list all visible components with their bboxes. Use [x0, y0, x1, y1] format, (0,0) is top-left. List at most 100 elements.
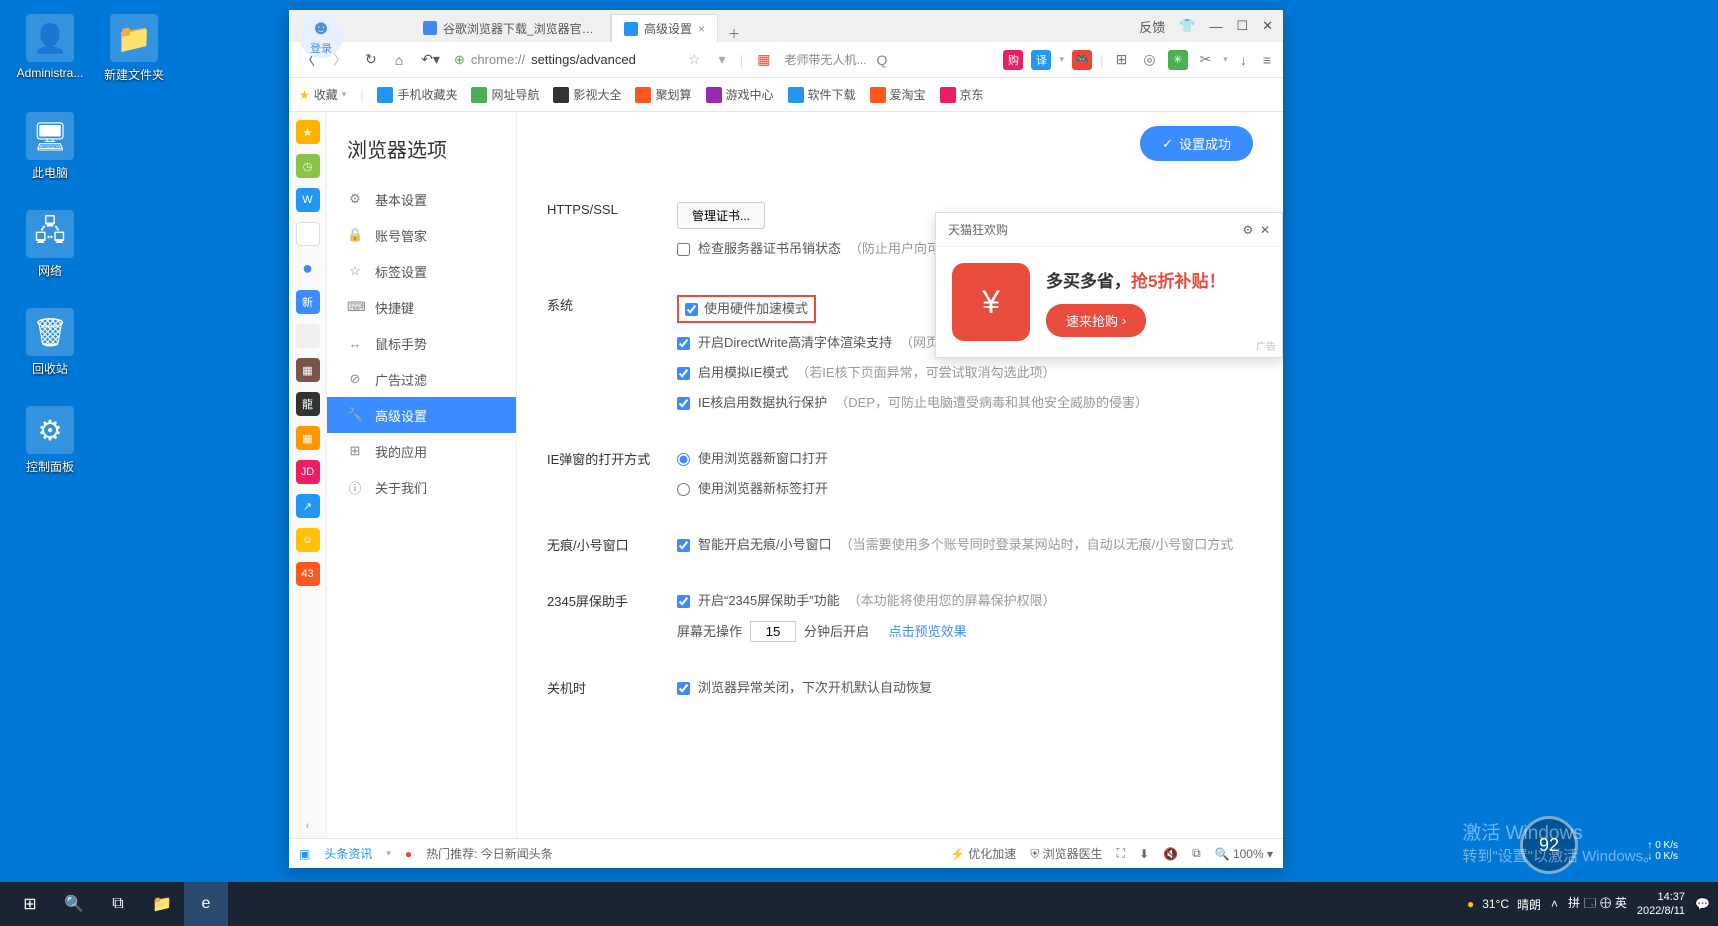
nav-shop-icon[interactable]: 购	[1003, 50, 1023, 70]
snav-about[interactable]: ⓘ关于我们	[327, 469, 516, 505]
mini-jd-icon[interactable]: JD	[296, 460, 320, 484]
mini-brown-icon[interactable]: ▦	[296, 358, 320, 382]
mini-dragon-icon[interactable]: 龍	[296, 392, 320, 416]
nav-target-icon[interactable]: ◎	[1139, 47, 1159, 72]
tray-clock[interactable]: 14:372022/8/11	[1637, 890, 1685, 918]
mini-blank-icon[interactable]	[296, 222, 320, 246]
sb-download-icon[interactable]: ⬇	[1139, 847, 1149, 861]
chevron-down-icon[interactable]: ▾	[715, 47, 730, 72]
sb-hot[interactable]: 热门推荐: 今日新闻头条	[426, 845, 553, 862]
edge-button[interactable]: e	[184, 882, 228, 926]
bookmark-soft[interactable]: 软件下载	[788, 86, 856, 103]
preview-link[interactable]: 点击预览效果	[889, 622, 967, 642]
address-bar[interactable]: ⊕ chrome://settings/advanced	[454, 52, 674, 68]
bookmark-video[interactable]: 影视大全	[553, 86, 621, 103]
mini-orange-icon[interactable]: ▦	[296, 426, 320, 450]
desktop-icon-control[interactable]: ⚙控制面板	[12, 406, 88, 475]
snav-tabs[interactable]: ☆标签设置	[327, 253, 516, 289]
popup-gear-icon[interactable]: ⚙	[1243, 223, 1254, 237]
mini-star-icon[interactable]: ★	[296, 120, 320, 144]
skin-icon[interactable]: 👕	[1179, 18, 1195, 34]
bookmark-taobao[interactable]: 爱淘宝	[870, 86, 926, 103]
login-avatar[interactable]: ☻登录	[299, 14, 343, 58]
nav-game-icon[interactable]: 🎮	[1072, 50, 1092, 70]
snav-adblock[interactable]: ⊘广告过滤	[327, 361, 516, 397]
sb-news-icon[interactable]: ▣	[299, 847, 310, 861]
reload-button[interactable]: ↻	[361, 47, 381, 72]
mini-gray-icon[interactable]	[296, 324, 320, 348]
directwrite-checkbox[interactable]	[677, 337, 690, 350]
screensaver-checkbox[interactable]	[677, 595, 690, 608]
snav-account[interactable]: 🔒账号管家	[327, 217, 516, 253]
sb-news[interactable]: 头条资讯	[324, 845, 372, 862]
dep-checkbox[interactable]	[677, 397, 690, 410]
snav-apps[interactable]: ⊞我的应用	[327, 433, 516, 469]
restore-checkbox[interactable]	[677, 682, 690, 695]
sb-opt[interactable]: ⚡ 优化加速	[950, 845, 1016, 862]
search-button[interactable]: 🔍	[52, 882, 96, 926]
popup-close-icon[interactable]: ✕	[1260, 223, 1270, 237]
home-button[interactable]: ⌂	[391, 48, 407, 72]
nav-translate-icon[interactable]: 译	[1031, 50, 1051, 70]
mini-arrow-icon[interactable]: ↗	[296, 494, 320, 518]
hw-accel-checkbox[interactable]	[685, 303, 698, 316]
nav-grid-icon[interactable]: ⊞	[1112, 47, 1132, 72]
nav-download-icon[interactable]: ↓	[1236, 48, 1251, 72]
sb-mute-icon[interactable]: 🔇	[1163, 847, 1178, 861]
snav-mouse[interactable]: ↔鼠标手势	[327, 325, 516, 361]
feedback-button[interactable]: 反馈	[1139, 17, 1165, 36]
chevron-down-icon[interactable]: ▾	[1059, 54, 1064, 65]
search-engine-icon[interactable]: ▦	[753, 47, 774, 72]
sb-screenshot-icon[interactable]: ⛶	[1117, 846, 1125, 861]
snav-shortcut[interactable]: ⌨快捷键	[327, 289, 516, 325]
search-text[interactable]: 老师带无人机...	[784, 51, 866, 68]
sb-doctor[interactable]: ⛨ 浏览器医生	[1030, 845, 1102, 862]
check-revoke-checkbox[interactable]	[677, 243, 690, 256]
tray-notifications-icon[interactable]: 💬	[1695, 897, 1710, 911]
mini-collapse-icon[interactable]: ‹	[296, 814, 320, 838]
idle-minutes-input[interactable]	[750, 621, 796, 642]
popup-cta-button[interactable]: 速来抢购›	[1046, 304, 1146, 337]
maximize-button[interactable]: ☐	[1236, 18, 1248, 34]
mini-chrome-icon[interactable]: ●	[296, 256, 320, 280]
sb-restore-icon[interactable]: ⧉	[1192, 846, 1201, 861]
star-icon[interactable]: ☆	[684, 47, 705, 72]
desktop-icon-user[interactable]: 👤Administra...	[12, 14, 88, 80]
bookmark-fav[interactable]: ★收藏▾	[299, 86, 346, 103]
mini-word-icon[interactable]: W	[296, 188, 320, 212]
bookmark-jd[interactable]: 京东	[940, 86, 984, 103]
bookmark-game[interactable]: 游戏中心	[706, 86, 774, 103]
snav-advanced[interactable]: 🔧高级设置	[327, 397, 516, 433]
ie-mode-checkbox[interactable]	[677, 367, 690, 380]
explorer-button[interactable]: 📁	[140, 882, 184, 926]
tab-add-button[interactable]: ＋	[718, 25, 750, 42]
minimize-button[interactable]: —	[1209, 19, 1222, 34]
sb-zoom[interactable]: 🔍 100% ▾	[1215, 847, 1273, 861]
tab-chrome-download[interactable]: 谷歌浏览器下载_浏览器官网入	[411, 14, 611, 42]
desktop-icon-pc[interactable]: 🖥此电脑	[12, 112, 88, 181]
tab-advanced-settings[interactable]: 高级设置×	[611, 14, 718, 42]
snav-basic[interactable]: ⚙基本设置	[327, 181, 516, 217]
ie-newwin-radio[interactable]	[677, 453, 690, 466]
taskview-button[interactable]: ⧉	[96, 882, 140, 926]
bookmark-ju[interactable]: 聚划算	[635, 86, 691, 103]
smart-incog-checkbox[interactable]	[677, 539, 690, 552]
close-button[interactable]: ✕	[1262, 18, 1273, 34]
ie-newtab-radio[interactable]	[677, 483, 690, 496]
desktop-icon-network[interactable]: 🖧网络	[12, 210, 88, 279]
desktop-icon-folder[interactable]: 📁新建文件夹	[96, 14, 172, 83]
nav-menu-icon[interactable]: ≡	[1259, 48, 1275, 72]
nav-green-icon[interactable]: ✳	[1168, 50, 1188, 70]
tray-ime[interactable]: 拼 🗔 🕀 英	[1568, 894, 1627, 915]
undo-button[interactable]: ↶▾	[417, 47, 444, 72]
mini-4399-icon[interactable]: 43	[296, 562, 320, 586]
weather-tray[interactable]: ●31°C晴朗	[1467, 896, 1541, 913]
start-button[interactable]: ⊞	[8, 882, 52, 926]
desktop-icon-recycle[interactable]: 🗑回收站	[12, 308, 88, 377]
manage-cert-button[interactable]: 管理证书...	[677, 202, 765, 229]
tab-close-icon[interactable]: ×	[698, 22, 705, 36]
search-icon[interactable]: Q	[876, 52, 887, 68]
chevron-down-icon[interactable]: ▾	[1223, 54, 1228, 65]
nav-cut-icon[interactable]: ✂	[1196, 47, 1216, 72]
bookmark-mobile[interactable]: 手机收藏夹	[377, 86, 457, 103]
